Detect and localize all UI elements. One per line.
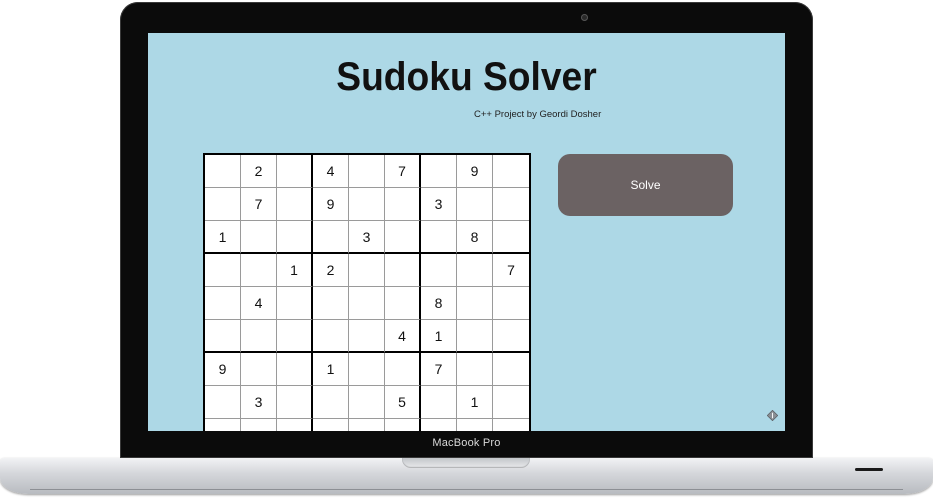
sudoku-cell[interactable] [385, 254, 421, 287]
sudoku-cell[interactable] [313, 419, 349, 431]
sudoku-cell[interactable]: 4 [313, 155, 349, 188]
sudoku-cell[interactable] [385, 221, 421, 254]
sudoku-cell[interactable] [493, 287, 529, 320]
sudoku-cell[interactable]: 1 [313, 353, 349, 386]
sudoku-cell[interactable]: 8 [421, 287, 457, 320]
sudoku-cell[interactable] [385, 419, 421, 431]
sudoku-cell[interactable]: 1 [205, 221, 241, 254]
sudoku-cell[interactable] [205, 254, 241, 287]
sudoku-cell[interactable] [385, 353, 421, 386]
sudoku-cell[interactable] [277, 221, 313, 254]
sudoku-cell[interactable]: 4 [241, 287, 277, 320]
sudoku-cell[interactable] [241, 353, 277, 386]
sudoku-cell[interactable] [205, 386, 241, 419]
sudoku-cell[interactable] [457, 188, 493, 221]
sudoku-cell[interactable] [493, 386, 529, 419]
sudoku-cell[interactable] [385, 188, 421, 221]
sudoku-cell[interactable] [241, 221, 277, 254]
sudoku-cell[interactable] [493, 419, 529, 431]
sudoku-cell[interactable]: 9 [205, 353, 241, 386]
sudoku-cell[interactable] [493, 155, 529, 188]
sudoku-cell[interactable]: 9 [313, 188, 349, 221]
sudoku-cell[interactable] [493, 320, 529, 353]
sudoku-cell[interactable] [421, 386, 457, 419]
sudoku-cell[interactable]: 2 [241, 155, 277, 188]
sudoku-cell[interactable]: 7 [493, 254, 529, 287]
app-screen: Sudoku Solver C++ Project by Geordi Dosh… [148, 33, 785, 431]
sudoku-cell[interactable] [241, 419, 277, 431]
sudoku-cell[interactable]: 3 [241, 386, 277, 419]
sudoku-cell[interactable]: 1 [457, 386, 493, 419]
sudoku-cell[interactable]: 3 [349, 221, 385, 254]
sudoku-cell[interactable] [493, 353, 529, 386]
sudoku-board: 24797931381274841917351 [203, 153, 531, 431]
sudoku-cell[interactable]: 3 [421, 188, 457, 221]
camera-icon [581, 14, 588, 21]
sudoku-cell[interactable] [277, 188, 313, 221]
sudoku-cell[interactable] [277, 287, 313, 320]
sudoku-cell[interactable] [457, 353, 493, 386]
sudoku-cell[interactable] [349, 386, 385, 419]
sudoku-cell[interactable] [349, 188, 385, 221]
sudoku-cell[interactable] [493, 188, 529, 221]
sudoku-cell[interactable] [277, 320, 313, 353]
sudoku-cell[interactable] [241, 320, 277, 353]
sudoku-cell[interactable] [385, 287, 421, 320]
sudoku-cell[interactable] [493, 221, 529, 254]
sudoku-cell[interactable] [277, 155, 313, 188]
sudoku-cell[interactable] [457, 254, 493, 287]
sudoku-cell[interactable] [349, 287, 385, 320]
sudoku-cell[interactable] [457, 419, 493, 431]
sudoku-cell[interactable] [421, 254, 457, 287]
sudoku-cell[interactable] [349, 419, 385, 431]
sudoku-cell[interactable] [205, 155, 241, 188]
sudoku-cell[interactable] [313, 386, 349, 419]
page-subtitle: C++ Project by Geordi Dosher [474, 109, 602, 120]
sudoku-cell[interactable] [421, 221, 457, 254]
sudoku-cell[interactable] [205, 419, 241, 431]
sudoku-cell[interactable] [421, 155, 457, 188]
device-label: MacBook Pro [432, 437, 501, 449]
sudoku-cell[interactable] [313, 221, 349, 254]
sudoku-cell[interactable] [205, 287, 241, 320]
sudoku-cell[interactable] [349, 320, 385, 353]
sudoku-cell[interactable] [457, 320, 493, 353]
sudoku-cell[interactable]: 7 [421, 353, 457, 386]
sudoku-cell[interactable] [457, 287, 493, 320]
sudoku-cell[interactable] [277, 386, 313, 419]
sudoku-cell[interactable] [349, 254, 385, 287]
sudoku-cell[interactable]: 5 [385, 386, 421, 419]
sudoku-cell[interactable] [205, 188, 241, 221]
sudoku-cell[interactable]: 1 [421, 320, 457, 353]
laptop-notch [402, 458, 530, 468]
settings-diamond-icon[interactable] [767, 410, 778, 421]
sudoku-cell[interactable] [349, 155, 385, 188]
sudoku-cell[interactable] [313, 320, 349, 353]
page-title: Sudoku Solver [336, 55, 597, 99]
sudoku-cell[interactable] [421, 419, 457, 431]
sudoku-cell[interactable]: 2 [313, 254, 349, 287]
sudoku-cell[interactable]: 9 [457, 155, 493, 188]
sudoku-cell[interactable] [205, 320, 241, 353]
sudoku-cell[interactable] [277, 353, 313, 386]
sudoku-cell[interactable]: 7 [241, 188, 277, 221]
sudoku-cell[interactable] [241, 254, 277, 287]
sudoku-cell[interactable]: 7 [385, 155, 421, 188]
sudoku-cell[interactable] [313, 287, 349, 320]
status-led [855, 468, 883, 471]
sudoku-cell[interactable] [277, 419, 313, 431]
sudoku-cell[interactable] [349, 353, 385, 386]
sudoku-cell[interactable]: 4 [385, 320, 421, 353]
solve-button[interactable]: Solve [558, 154, 733, 216]
sudoku-cell[interactable]: 8 [457, 221, 493, 254]
sudoku-cell[interactable]: 1 [277, 254, 313, 287]
